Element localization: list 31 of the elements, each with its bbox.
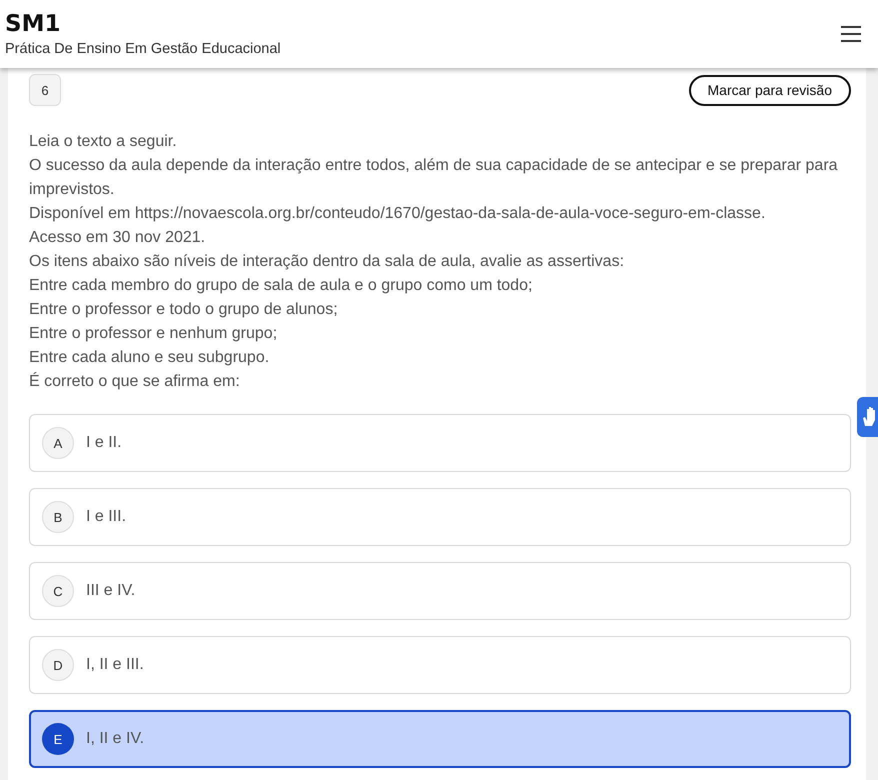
option-letter: E [42,723,74,755]
question-text: Leia o texto a seguir. [29,132,178,152]
menu-icon[interactable] [840,25,862,43]
question-text: Entre cada membro do grupo de sala de aula e o grupo como um todo; [29,276,534,296]
course-subtitle: Prática De Ensino Em Gestão Educacional [5,40,281,59]
question-text: Disponível em https://novaescola.org.br/conteudo/1670/gestao-da-sala-de-aula-voce-seguro-em-classe. [29,204,766,224]
option-letter: C [42,575,74,607]
question-text: Entre cada aluno e seu subgrupo. [29,348,270,368]
answer-option[interactable]: B I e III. [29,488,851,546]
option-text: I, II e IV. [86,730,144,748]
option-text: I, II e III. [86,656,144,674]
question-text: Entre o professor e todo o grupo de alunos; [29,300,339,320]
option-text: I e II. [86,434,122,452]
answer-option[interactable]: D I, II e III. [29,636,851,694]
answer-option[interactable]: E I, II e IV. [29,710,851,768]
option-text: III e IV. [86,582,136,600]
option-letter: B [42,501,74,533]
option-letter: D [42,649,74,681]
option-letter: A [42,427,74,459]
question-text: Entre o professor e nenhum grupo; [29,324,278,344]
answer-option[interactable]: A I e II. [29,414,851,472]
question-text: Os itens abaixo são níveis de interação dentro da sala de aula, avalie as assertivas: [29,252,626,272]
hand-icon[interactable] [857,397,878,437]
option-text: I e III. [86,508,126,526]
question-text: Acesso em 30 nov 2021. [29,228,206,248]
question-number: 6 [29,74,61,106]
question-text: O sucesso da aula depende da interação entre todos, além de sua capacidade de se antecipar e se preparar para imprevistos. [29,156,839,200]
review-button[interactable]: Marcar para revisão [688,74,851,106]
answer-option[interactable]: C III e IV. [29,562,851,620]
question-text: É correto o que se afirma em: [29,371,241,392]
app-title: SM1 [5,10,62,39]
